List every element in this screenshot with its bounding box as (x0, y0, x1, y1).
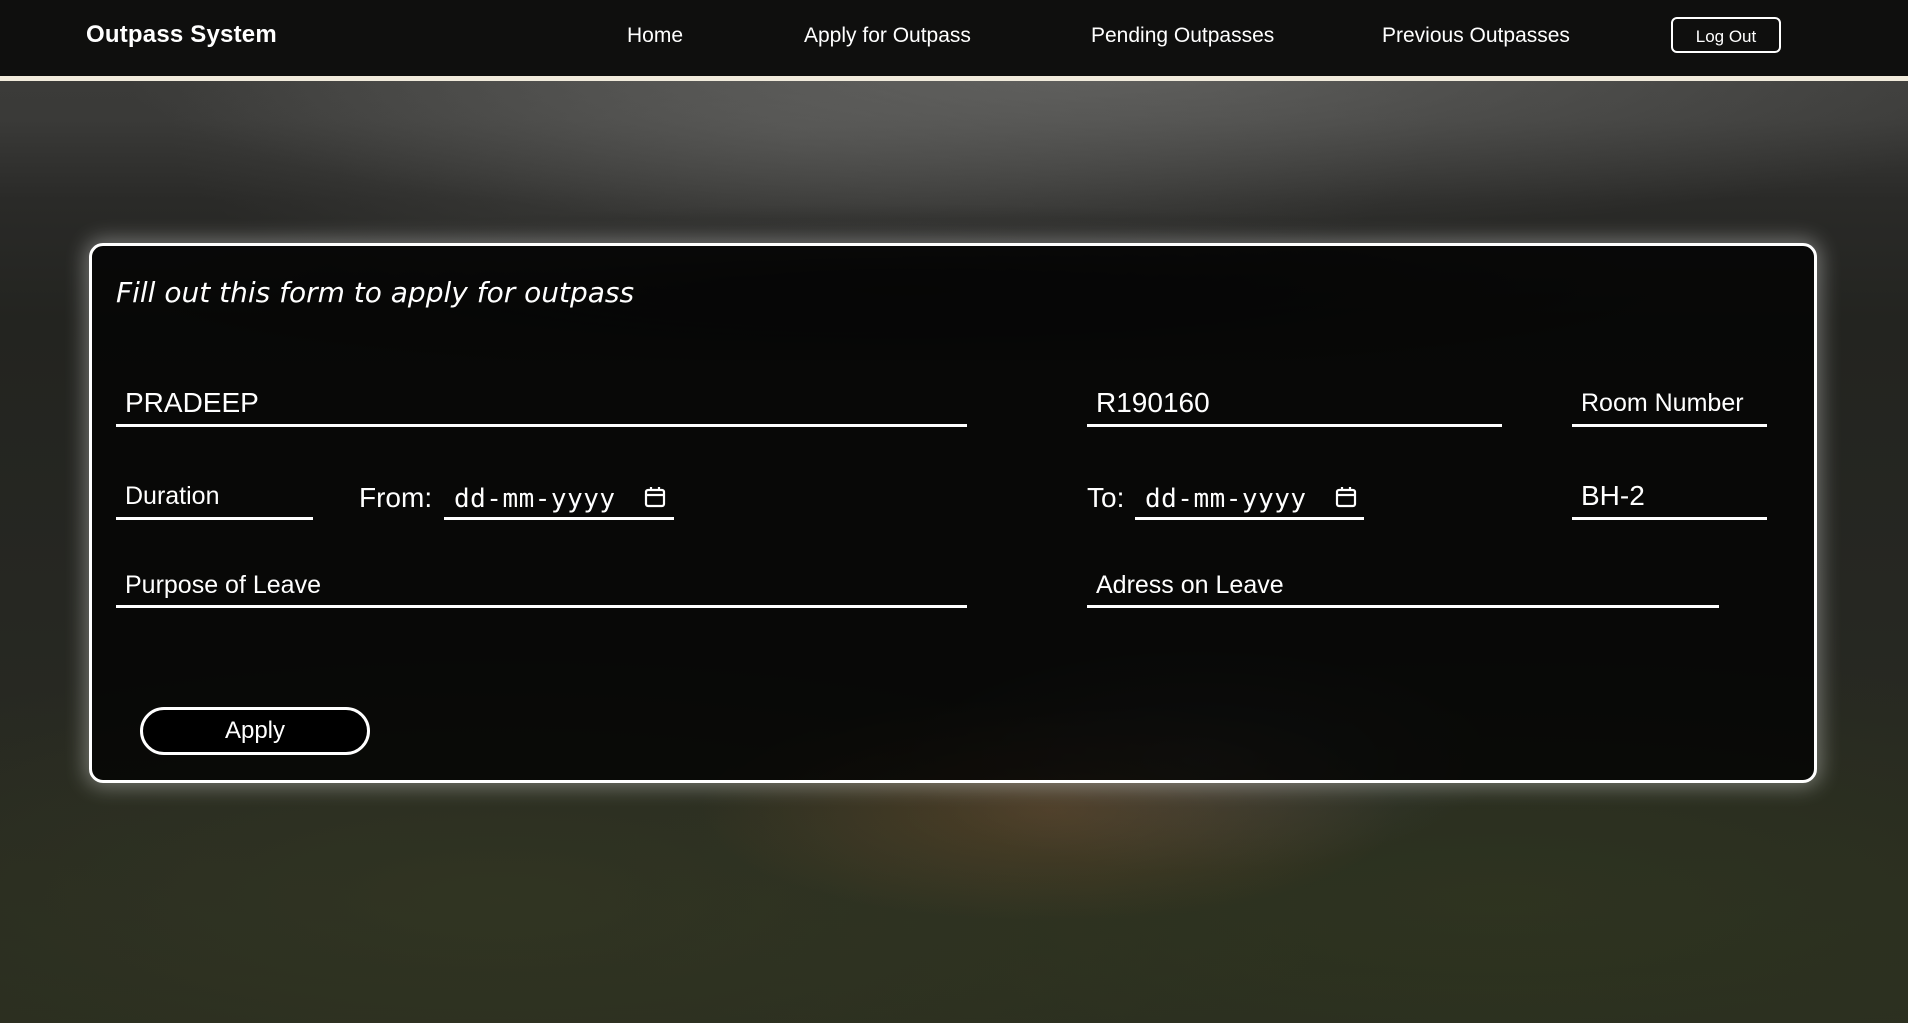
navbar: Outpass System Home Apply for Outpass Pe… (0, 0, 1908, 81)
student-id-field (1087, 382, 1502, 427)
purpose-field (116, 566, 967, 608)
room-number-field (1572, 382, 1767, 427)
hostel-block-input[interactable] (1572, 475, 1767, 517)
to-label: To: (1087, 482, 1125, 513)
address-field (1087, 566, 1719, 608)
logout-button[interactable]: Log Out (1671, 17, 1781, 53)
to-date-input[interactable]: dd-mm-yyyy (1135, 476, 1364, 520)
duration-field (116, 476, 313, 520)
nav-link-home[interactable]: Home (627, 24, 683, 48)
apply-button[interactable]: Apply (140, 707, 370, 755)
address-on-leave-input[interactable] (1087, 566, 1719, 605)
duration-input[interactable] (116, 476, 313, 517)
calendar-icon[interactable] (644, 486, 666, 508)
nav-link-previous-outpasses[interactable]: Previous Outpasses (1382, 24, 1570, 48)
outpass-form-card (89, 243, 1817, 783)
purpose-of-leave-input[interactable] (116, 566, 967, 605)
calendar-icon[interactable] (1335, 486, 1357, 508)
student-name-input[interactable] (116, 382, 967, 424)
brand-title: Outpass System (86, 21, 277, 48)
nav-link-apply-for-outpass[interactable]: Apply for Outpass (804, 24, 971, 48)
hostel-block-field (1572, 475, 1767, 520)
from-date-placeholder: dd-mm-yyyy (454, 484, 616, 514)
student-name-field (116, 382, 967, 427)
from-date-input[interactable]: dd-mm-yyyy (444, 476, 674, 520)
to-date-placeholder: dd-mm-yyyy (1145, 484, 1307, 514)
student-id-input[interactable] (1087, 382, 1502, 424)
form-title: Fill out this form to apply for outpass (116, 276, 635, 309)
room-number-input[interactable] (1572, 382, 1767, 424)
nav-link-pending-outpasses[interactable]: Pending Outpasses (1091, 24, 1274, 48)
from-label: From: (359, 482, 433, 513)
